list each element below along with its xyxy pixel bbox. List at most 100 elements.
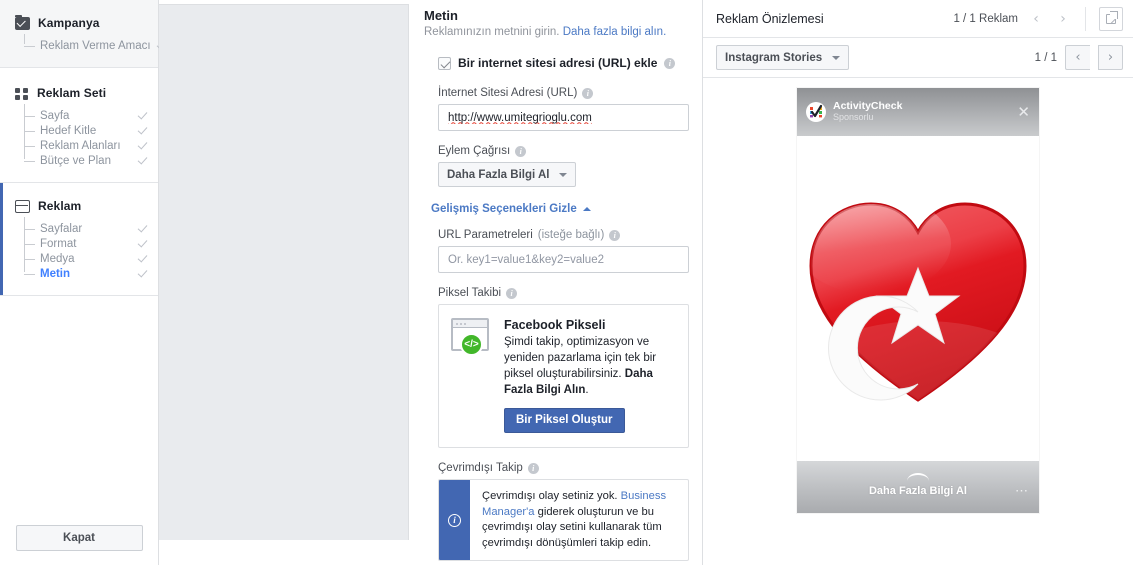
middle-panel-column bbox=[159, 0, 410, 565]
campaign-flag-icon bbox=[15, 14, 30, 30]
page-subtitle-text: Reklamınızın metnini girin. bbox=[424, 26, 563, 38]
external-link-icon bbox=[1106, 11, 1118, 24]
add-url-checkbox-label: Bir internet sitesi adresi (URL) ekle bbox=[458, 56, 658, 70]
sidebar-item-label: Bütçe ve Plan bbox=[40, 154, 111, 167]
placement-dropdown-value: Instagram Stories bbox=[725, 51, 823, 64]
sidebar-sublist-ad: Sayfalar Format Medya Metin bbox=[0, 217, 158, 281]
chevron-down-icon bbox=[559, 172, 568, 177]
info-icon[interactable]: i bbox=[515, 145, 527, 157]
check-icon bbox=[138, 156, 148, 166]
divider bbox=[1085, 6, 1086, 31]
check-icon bbox=[138, 111, 148, 121]
story-cta-label: Daha Fazla Bilgi Al bbox=[868, 485, 967, 497]
website-url-input[interactable] bbox=[438, 104, 689, 131]
preview-stage: ActivityCheck Sponsorlu ✕ Daha Fazla Bil… bbox=[703, 78, 1133, 513]
placement-dropdown[interactable]: Instagram Stories bbox=[716, 45, 850, 70]
facebook-pixel-body: Facebook Pikseli Şimdi takip, optimizasy… bbox=[504, 318, 676, 433]
chevron-left-icon[interactable]: ‹ bbox=[1027, 10, 1045, 28]
close-icon[interactable]: ✕ bbox=[1017, 104, 1030, 120]
url-parameters-label-text: URL Parametreleri bbox=[438, 229, 533, 241]
sidebar-item-medya[interactable]: Medya bbox=[24, 251, 158, 266]
preview-header: Reklam Önizlemesi 1 / 1 Reklam ‹ › bbox=[703, 0, 1133, 38]
website-url-label: İnternet Sitesi Adresi (URL) i bbox=[438, 87, 688, 99]
website-url-label-text: İnternet Sitesi Adresi (URL) bbox=[438, 87, 578, 99]
offline-message-part1: Çevrimdışı olay setiniz yok. bbox=[482, 490, 621, 502]
sidebar-item-hedef-kitle[interactable]: Hedef Kitle bbox=[24, 123, 158, 138]
advanced-options-toggle[interactable]: Gelişmiş Seçenekleri Gizle bbox=[424, 203, 688, 215]
pixel-tracking-label: Piksel Takibi i bbox=[424, 287, 688, 299]
check-icon bbox=[138, 269, 148, 279]
pixel-tracking-section: Piksel Takibi i </> Facebook Pikseli Şim… bbox=[424, 287, 689, 448]
check-icon bbox=[138, 126, 148, 136]
website-url-field: İnternet Sitesi Adresi (URL) i bbox=[424, 87, 689, 131]
sidebar-item-label: Sayfa bbox=[40, 109, 70, 122]
activitycheck-logo-icon bbox=[807, 103, 825, 121]
ad-preview-panel: Reklam Önizlemesi 1 / 1 Reklam ‹ › Insta… bbox=[703, 0, 1133, 565]
cta-dropdown[interactable]: Daha Fazla Bilgi Al bbox=[438, 162, 577, 187]
url-parameters-label: URL Parametreleri (isteğe bağlı) i bbox=[438, 229, 688, 241]
preview-title: Reklam Önizlemesi bbox=[716, 11, 824, 26]
advanced-options-label: Gelişmiş Seçenekleri Gizle bbox=[431, 203, 577, 215]
sidebar-group-ad: Reklam Sayfalar Format Medya Metin bbox=[0, 183, 158, 296]
sidebar-item-sayfalar[interactable]: Sayfalar bbox=[24, 221, 158, 236]
offline-tracking-label: Çevrimdışı Takip i bbox=[424, 462, 688, 474]
info-icon[interactable]: i bbox=[609, 229, 621, 241]
info-icon[interactable]: i bbox=[664, 57, 676, 69]
sidebar-item-sayfa[interactable]: Sayfa bbox=[24, 108, 158, 123]
sidebar-group-adset: Reklam Seti Sayfa Hedef Kitle Reklam Ala… bbox=[0, 68, 158, 183]
external-link-button[interactable] bbox=[1099, 6, 1123, 31]
sidebar-item-reklam-verme-amaci[interactable]: Reklam Verme Amacı bbox=[24, 38, 158, 53]
url-parameters-optional: (isteğe bağlı) bbox=[537, 229, 605, 241]
url-parameters-input[interactable] bbox=[438, 246, 689, 273]
story-cta-bar[interactable]: Daha Fazla Bilgi Al ⋯ bbox=[797, 461, 1039, 513]
grid-icon bbox=[15, 87, 29, 100]
sidebar-group-header-adset[interactable]: Reklam Seti bbox=[0, 84, 158, 104]
offline-tracking-label-text: Çevrimdışı Takip bbox=[438, 462, 523, 474]
check-icon bbox=[138, 224, 148, 234]
placement-next-button[interactable]: › bbox=[1098, 45, 1123, 70]
more-options-icon[interactable]: ⋯ bbox=[1015, 484, 1029, 497]
check-icon bbox=[138, 239, 148, 249]
cta-label-text: Eylem Çağrısı bbox=[438, 145, 511, 157]
sidebar-item-format[interactable]: Format bbox=[24, 236, 158, 251]
sidebar-item-label: Medya bbox=[40, 252, 75, 265]
sidebar-item-label: Reklam Verme Amacı bbox=[40, 39, 151, 52]
instagram-story-preview: ActivityCheck Sponsorlu ✕ Daha Fazla Bil… bbox=[797, 88, 1039, 513]
story-header: ActivityCheck Sponsorlu ✕ bbox=[797, 88, 1039, 136]
turkish-flag-heart-image bbox=[809, 201, 1027, 402]
add-url-checkbox-row[interactable]: Bir internet sitesi adresi (URL) ekle i bbox=[424, 56, 688, 70]
close-button[interactable]: Kapat bbox=[15, 525, 143, 551]
sidebar-group-header-ad[interactable]: Reklam bbox=[0, 197, 158, 217]
check-icon bbox=[138, 254, 148, 264]
info-icon[interactable]: i bbox=[527, 462, 539, 474]
story-media bbox=[797, 88, 1039, 513]
ad-creation-window: Kampanya Reklam Verme Amacı Reklam Seti … bbox=[0, 0, 1133, 565]
info-icon[interactable]: i bbox=[582, 87, 594, 99]
story-brand: ActivityCheck Sponsorlu bbox=[833, 101, 1010, 122]
story-sponsored-label: Sponsorlu bbox=[833, 112, 874, 123]
learn-more-link[interactable]: Daha fazla bilgi alın. bbox=[563, 26, 667, 38]
preview-placement-bar: Instagram Stories 1 / 1 ‹ › bbox=[703, 38, 1133, 78]
sidebar-item-label: Format bbox=[40, 237, 77, 250]
create-pixel-button[interactable]: Bir Piksel Oluştur bbox=[504, 408, 625, 433]
sidebar-item-metin[interactable]: Metin bbox=[24, 266, 158, 281]
info-icon[interactable]: i bbox=[506, 287, 518, 299]
facebook-pixel-card: </> Facebook Pikseli Şimdi takip, optimi… bbox=[438, 304, 689, 448]
empty-content-panel bbox=[159, 4, 409, 540]
sidebar-sublist-adset: Sayfa Hedef Kitle Reklam Alanları Bütçe … bbox=[0, 104, 158, 168]
placement-prev-button[interactable]: ‹ bbox=[1065, 45, 1090, 70]
preview-page-count: 1 / 1 bbox=[1034, 51, 1057, 64]
sidebar-item-label: Hedef Kitle bbox=[40, 124, 97, 137]
sidebar-item-label: Sayfalar bbox=[40, 222, 83, 235]
sidebar-item-label: Reklam Alanları bbox=[40, 139, 121, 152]
sidebar-group-header-campaign[interactable]: Kampanya bbox=[0, 14, 158, 34]
sidebar-item-reklam-alanlari[interactable]: Reklam Alanları bbox=[24, 138, 158, 153]
facebook-pixel-description: Şimdi takip, optimizasyon ve yeniden paz… bbox=[504, 334, 676, 398]
swipe-up-icon bbox=[907, 473, 929, 481]
sidebar-footer: Kapat bbox=[0, 525, 158, 551]
add-url-checkbox[interactable] bbox=[438, 56, 451, 70]
sidebar-item-butce-ve-plan[interactable]: Bütçe ve Plan bbox=[24, 153, 158, 168]
chevron-right-icon[interactable]: › bbox=[1054, 10, 1072, 28]
page-title: Metin bbox=[424, 8, 458, 23]
offline-tracking-section: Çevrimdışı Takip i i Çevrimdışı olay set… bbox=[424, 462, 689, 561]
